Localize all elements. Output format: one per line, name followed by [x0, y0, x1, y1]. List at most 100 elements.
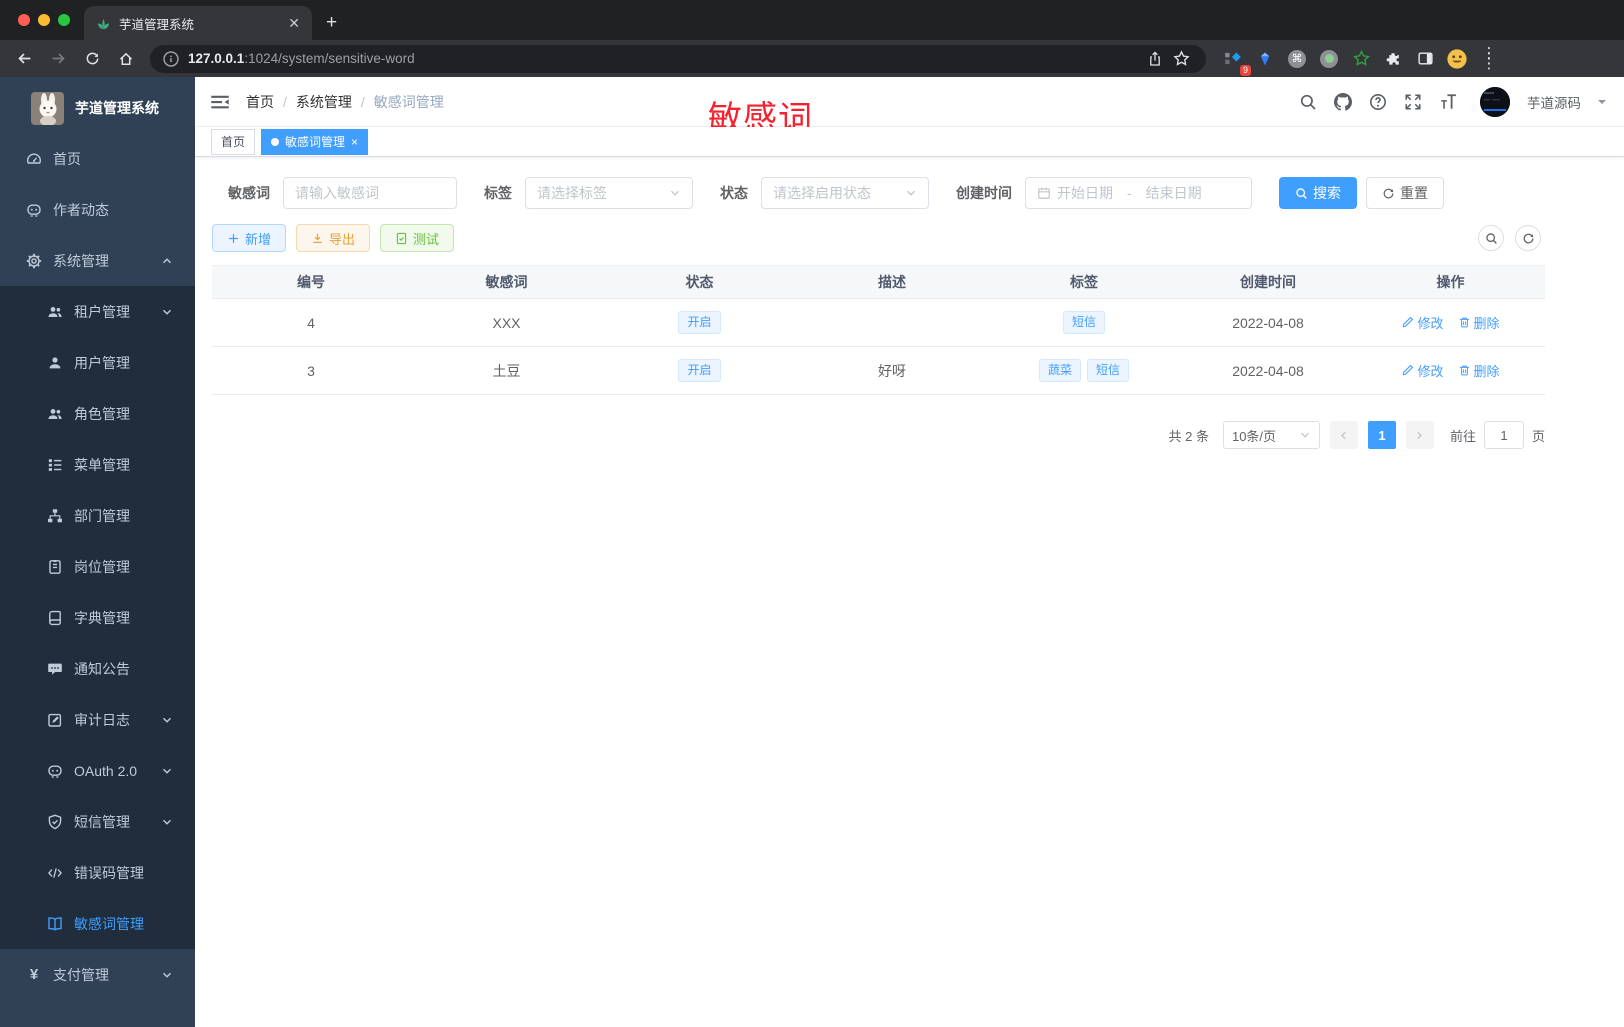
breadcrumb-system[interactable]: 系统管理 — [296, 92, 352, 112]
cell-actions: 修改 删除 — [1356, 346, 1545, 395]
new-tab-button[interactable]: + — [326, 12, 337, 34]
col-word: 敏感词 — [410, 265, 603, 299]
edit-button[interactable]: 修改 — [1401, 361, 1444, 380]
bookmark-star-icon[interactable] — [1168, 46, 1194, 72]
search-icon[interactable] — [1299, 93, 1317, 111]
export-button[interactable]: 导出 — [296, 224, 371, 252]
side-panel-icon[interactable] — [1412, 46, 1438, 72]
sidebar-item-tenant[interactable]: 租户管理 — [0, 286, 195, 337]
sidebar-item-label: 支付管理 — [53, 966, 109, 983]
page: 首页 / 系统管理 / 敏感词管理 敏感词 芋道源码 首页 敏感词管理 × 敏感… — [195, 77, 1624, 1027]
sidebar-item-oauth[interactable]: OAuth 2.0 — [0, 745, 195, 796]
date-range-picker[interactable]: 开始日期 - 结束日期 — [1025, 177, 1252, 209]
cell-status: 开启 — [603, 298, 796, 347]
url-bar[interactable]: 127.0.0.1:1024/system/sensitive-word — [150, 44, 1206, 73]
minimize-window-button[interactable] — [38, 14, 50, 26]
trash-icon — [1459, 365, 1469, 376]
sidebar-item-audit[interactable]: 审计日志 — [0, 694, 195, 745]
filter-label: 状态 — [720, 185, 748, 201]
browser-tab[interactable]: 芋道管理系统 ✕ — [84, 6, 312, 40]
extension-record-icon[interactable] — [1316, 46, 1342, 72]
plus-icon — [229, 233, 238, 243]
collapse-sidebar-icon[interactable] — [210, 92, 230, 112]
trash-icon — [1459, 317, 1469, 328]
extension-star-icon[interactable] — [1348, 46, 1374, 72]
sidebar-item-label: 通知公告 — [74, 660, 130, 677]
extension-command-icon[interactable]: ⌘ — [1284, 46, 1310, 72]
goto-page-input[interactable] — [1483, 421, 1524, 449]
extension-gem-icon[interactable] — [1252, 46, 1278, 72]
sidebar-item-post[interactable]: 岗位管理 — [0, 541, 195, 592]
tag-select[interactable]: 请选择标签 — [525, 177, 693, 209]
page-size-select[interactable]: 10条/页 — [1222, 421, 1320, 449]
tab-home[interactable]: 首页 — [211, 128, 256, 155]
breadcrumb-home[interactable]: 首页 — [246, 92, 274, 112]
username[interactable]: 芋道源码 — [1527, 92, 1581, 112]
url-text[interactable]: 127.0.0.1:1024/system/sensitive-word — [188, 51, 1142, 66]
sidebar-item-pay[interactable]: ¥ 支付管理 — [0, 949, 195, 1000]
message-face-icon — [27, 204, 41, 217]
tab-close-icon[interactable]: ✕ — [288, 15, 300, 32]
edit-button[interactable]: 修改 — [1401, 313, 1444, 332]
col-tags: 标签 — [988, 265, 1180, 299]
sidebar-item-author[interactable]: 作者动态 — [0, 184, 195, 235]
extension-diamond-icon[interactable]: 9 — [1220, 46, 1251, 76]
sidebar-item-sensitive-word[interactable]: 敏感词管理 — [0, 898, 195, 949]
breadcrumb-separator: / — [360, 93, 365, 110]
breadcrumb-current: 敏感词管理 — [373, 93, 444, 110]
tab-close-icon[interactable]: × — [351, 135, 358, 149]
app-logo[interactable]: 芋道管理系统 — [0, 83, 195, 133]
reload-icon[interactable] — [78, 45, 106, 73]
sidebar-item-dict[interactable]: 字典管理 — [0, 592, 195, 643]
keyword-input[interactable] — [295, 185, 445, 201]
github-icon[interactable] — [1334, 92, 1352, 111]
sidebar-item-sms[interactable]: 短信管理 — [0, 796, 195, 847]
chevron-up-icon — [161, 255, 173, 267]
open-book-icon — [48, 916, 62, 931]
sidebar-item-errorcode[interactable]: 错误码管理 — [0, 847, 195, 898]
extensions-puzzle-icon[interactable] — [1380, 46, 1406, 72]
chevron-left-icon — [1341, 431, 1347, 439]
col-actions: 操作 — [1356, 265, 1545, 299]
sidebar-item-dept[interactable]: 部门管理 — [0, 490, 195, 541]
back-icon[interactable] — [10, 45, 38, 73]
user-avatar[interactable] — [1480, 86, 1510, 117]
share-icon[interactable] — [1142, 46, 1168, 72]
next-page-button[interactable] — [1405, 421, 1434, 449]
current-page-button[interactable]: 1 — [1367, 421, 1396, 449]
sidebar-item-role[interactable]: 角色管理 — [0, 388, 195, 439]
add-button[interactable]: 新增 — [212, 224, 287, 252]
show-search-button[interactable] — [1478, 225, 1504, 251]
close-window-button[interactable] — [18, 14, 30, 26]
search-button[interactable]: 搜索 — [1279, 177, 1357, 209]
download-icon — [313, 233, 322, 243]
home-icon[interactable] — [112, 45, 140, 73]
filter-label: 敏感词 — [228, 185, 270, 201]
test-button[interactable]: 测试 — [380, 224, 455, 252]
tab-sensitive-word[interactable]: 敏感词管理 × — [261, 128, 369, 155]
maximize-window-button[interactable] — [58, 14, 70, 26]
navbar-actions: 芋道源码 — [1299, 86, 1606, 117]
delete-button[interactable]: 删除 — [1458, 313, 1500, 332]
delete-button[interactable]: 删除 — [1458, 361, 1500, 380]
sidebar-item-home[interactable]: 首页 — [0, 133, 195, 184]
sidebar-item-menu[interactable]: 菜单管理 — [0, 439, 195, 490]
sidebar-item-system[interactable]: 系统管理 — [0, 235, 195, 286]
site-info-icon[interactable] — [162, 50, 180, 68]
caret-down-icon[interactable] — [1598, 99, 1606, 108]
prev-page-button[interactable] — [1329, 421, 1358, 449]
goto-label: 前往 — [1449, 428, 1476, 444]
status-select[interactable]: 请选择启用状态 — [761, 177, 929, 209]
sidebar-item-notice[interactable]: 通知公告 — [0, 643, 195, 694]
sidebar-item-user[interactable]: 用户管理 — [0, 337, 195, 388]
forward-icon[interactable] — [44, 45, 72, 73]
help-icon[interactable] — [1369, 93, 1387, 111]
refresh-table-button[interactable] — [1515, 225, 1541, 251]
cell-desc — [796, 298, 988, 347]
window-controls[interactable] — [0, 0, 84, 40]
reset-button[interactable]: 重置 — [1366, 177, 1444, 209]
profile-avatar-icon[interactable] — [1444, 46, 1470, 72]
browser-menu-icon[interactable]: ⋮ ⋮ ⋮ — [1476, 46, 1502, 72]
font-size-icon[interactable] — [1439, 93, 1457, 111]
fullscreen-icon[interactable] — [1404, 93, 1422, 111]
